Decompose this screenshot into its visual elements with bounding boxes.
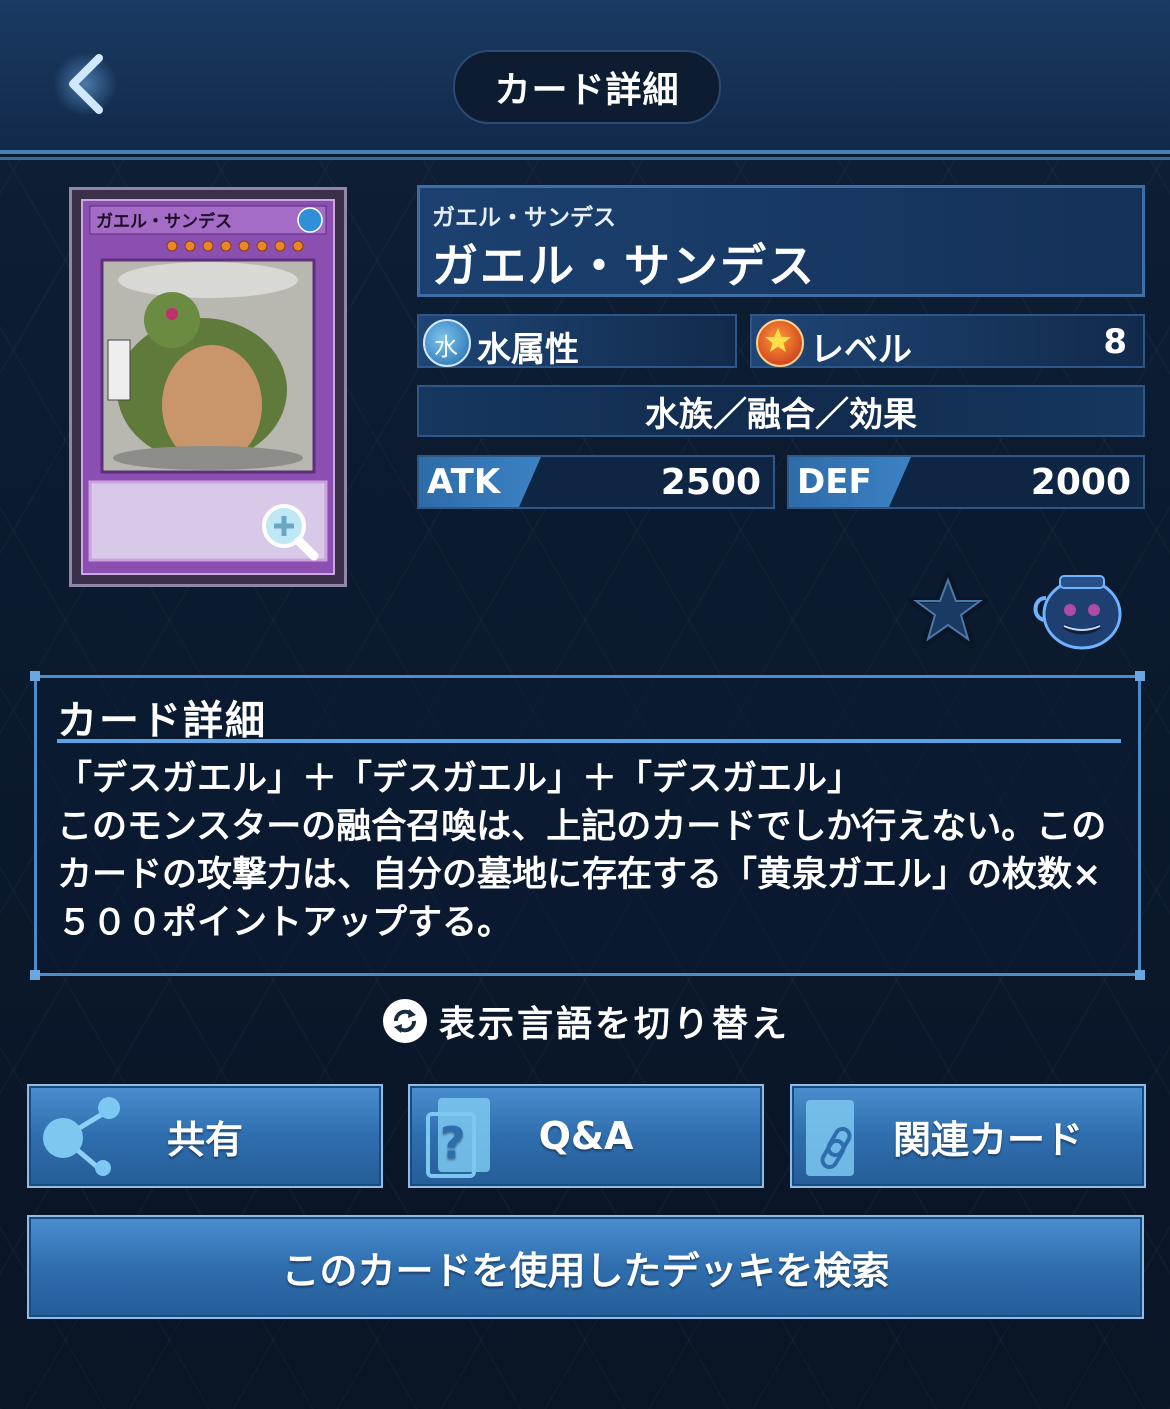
favorite-button[interactable] xyxy=(906,570,990,650)
qa-label: Q&A xyxy=(538,1114,634,1158)
share-label: 共有 xyxy=(166,1117,243,1162)
pot-of-greed-icon xyxy=(1033,575,1122,650)
def-box: DEF 2000 xyxy=(787,455,1145,509)
water-attribute-icon: 水 xyxy=(423,319,471,367)
panel-corner xyxy=(1135,970,1145,980)
card-type-line: 水族／融合／効果 xyxy=(417,385,1145,437)
def-value: 2000 xyxy=(1030,462,1131,503)
attribute-icon-char: 水 xyxy=(434,333,458,361)
language-switch-button[interactable]: 表示言語を切り替え xyxy=(383,993,790,1049)
panel-corner xyxy=(30,671,40,681)
back-button[interactable] xyxy=(53,48,119,120)
search-decks-button[interactable]: このカードを使用したデッキを検索 xyxy=(27,1215,1144,1319)
link-card-icon xyxy=(806,1100,854,1176)
def-label: DEF xyxy=(797,462,872,502)
detail-title: カード詳細 xyxy=(57,698,267,744)
chevron-left-icon xyxy=(53,52,117,116)
detail-divider xyxy=(57,739,1121,743)
page-title: カード詳細 xyxy=(453,50,721,124)
pot-button[interactable] xyxy=(1030,568,1126,652)
language-switch-label: 表示言語を切り替え xyxy=(439,1004,791,1045)
refresh-icon xyxy=(383,999,427,1043)
panel-corner xyxy=(30,970,40,980)
search-decks-label: このカードを使用したデッキを検索 xyxy=(281,1248,890,1293)
card-image-title: ガエル・サンデス xyxy=(96,211,232,232)
question-icon: ? xyxy=(426,1098,490,1178)
card-effect-text: 「デスガエル」＋「デスガエル」＋「デスガエル」 このモンスターの融合召喚は、上記… xyxy=(57,759,1107,943)
related-cards-button[interactable]: 関連カード xyxy=(790,1084,1146,1188)
svg-text:?: ? xyxy=(440,1118,466,1169)
share-button[interactable]: 共有 xyxy=(27,1084,383,1188)
level-value: 8 xyxy=(1103,322,1127,362)
magnifier-plus-icon[interactable] xyxy=(258,500,322,562)
attribute-box: 水 水属性 xyxy=(417,314,737,370)
atk-box: ATK 2500 xyxy=(417,455,775,509)
card-detail-panel: カード詳細 「デスガエル」＋「デスガエル」＋「デスガエル」 このモンスターの融合… xyxy=(30,671,1145,980)
level-box: レベル 8 xyxy=(750,314,1145,370)
share-nodes-icon xyxy=(43,1097,120,1176)
level-label: レベル xyxy=(810,330,912,370)
card-name-ruby: ガエル・サンデス xyxy=(432,205,616,231)
card-name-box: ガエル・サンデス ガエル・サンデス xyxy=(417,185,1145,297)
card-name: ガエル・サンデス xyxy=(432,239,816,293)
panel-corner xyxy=(1135,671,1145,681)
related-cards-label: 関連カード xyxy=(892,1117,1083,1162)
level-star-icon xyxy=(756,319,804,367)
qa-button[interactable]: ? Q&A xyxy=(408,1084,764,1188)
star-icon xyxy=(907,571,989,648)
atk-label: ATK xyxy=(427,462,501,502)
attribute-label: 水属性 xyxy=(477,330,579,370)
atk-value: 2500 xyxy=(660,462,761,503)
card-artwork[interactable]: ガエル・サンデス xyxy=(72,190,344,584)
header-bar: カード詳細 xyxy=(0,0,1170,154)
